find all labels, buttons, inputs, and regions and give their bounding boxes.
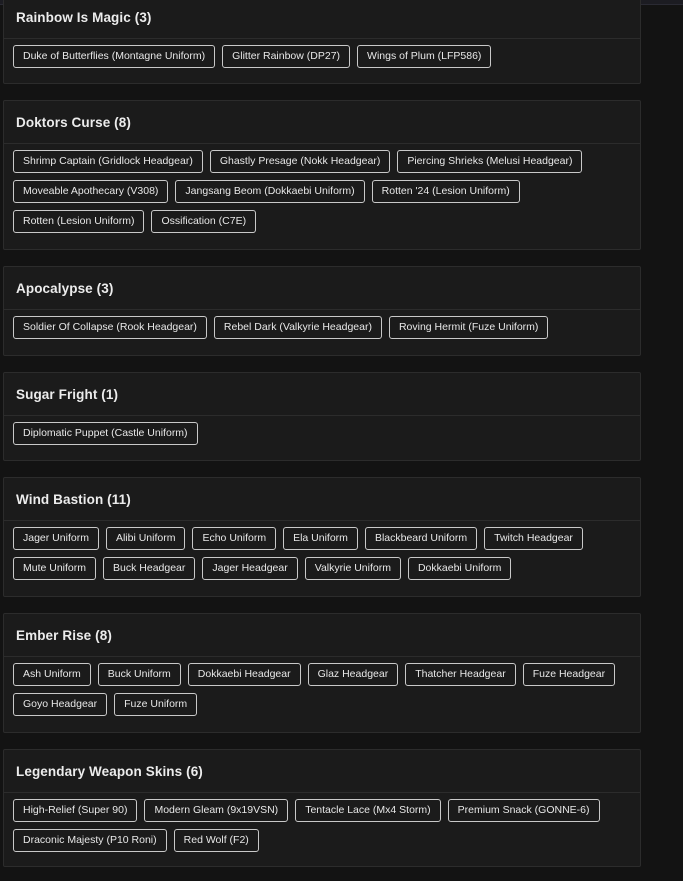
section-wind-bastion: Wind Bastion (11) Jager Uniform Alibi Un…	[3, 477, 641, 597]
item-chip[interactable]: Ossification (C7E)	[151, 210, 257, 233]
section-title: Doktors Curse (8)	[16, 114, 131, 130]
item-chip[interactable]: Dokkaebi Headgear	[187, 663, 301, 686]
section-header: Rainbow Is Magic (3)	[4, 0, 640, 39]
item-chip[interactable]: Wings of Plum (LFP586)	[357, 45, 492, 68]
section-doktors-curse: Doktors Curse (8) Shrimp Captain (Gridlo…	[3, 100, 641, 250]
item-chip[interactable]: Ash Uniform	[13, 663, 91, 686]
item-chip[interactable]: Fuze Uniform	[114, 693, 198, 716]
section-items: Diplomatic Puppet (Castle Uniform)	[4, 416, 640, 456]
section-title: Apocalypse (3)	[16, 280, 114, 296]
item-chip[interactable]: High-Relief (Super 90)	[13, 799, 138, 822]
item-chip[interactable]: Alibi Uniform	[105, 527, 186, 550]
section-title: Rainbow Is Magic (3)	[16, 9, 152, 25]
section-items: Jager Uniform Alibi Uniform Echo Uniform…	[4, 521, 640, 591]
section-header: Wind Bastion (11)	[4, 478, 640, 521]
item-chip[interactable]: Valkyrie Uniform	[304, 557, 401, 580]
section-title: Wind Bastion (11)	[16, 491, 131, 507]
item-chip[interactable]: Ela Uniform	[283, 527, 358, 550]
section-items: Soldier Of Collapse (Rook Headgear) Rebe…	[4, 310, 640, 350]
item-chip[interactable]: Twitch Headgear	[484, 527, 583, 550]
item-chip[interactable]: Buck Headgear	[103, 557, 196, 580]
section-legendary-weapon-skins: Legendary Weapon Skins (6) High-Relief (…	[3, 749, 641, 867]
section-header: Apocalypse (3)	[4, 267, 640, 310]
item-chip[interactable]: Mute Uniform	[13, 557, 97, 580]
section-header: Sugar Fright (1)	[4, 373, 640, 416]
section-title: Sugar Fright (1)	[16, 386, 119, 402]
item-chip[interactable]: Roving Hermit (Fuze Uniform)	[388, 316, 549, 339]
item-chip[interactable]: Rebel Dark (Valkyrie Headgear)	[213, 316, 382, 339]
item-chip[interactable]: Ghastly Presage (Nokk Headgear)	[209, 150, 391, 173]
item-chip[interactable]: Tentacle Lace (Mx4 Storm)	[295, 799, 441, 822]
item-chip[interactable]: Rotten '24 (Lesion Uniform)	[371, 180, 520, 203]
item-chip[interactable]: Glitter Rainbow (DP27)	[222, 45, 351, 68]
item-chip[interactable]: Dokkaebi Uniform	[407, 557, 512, 580]
item-chip[interactable]: Jangsang Beom (Dokkaebi Uniform)	[175, 180, 365, 203]
item-chip[interactable]: Fuze Headgear	[522, 663, 616, 686]
section-header: Doktors Curse (8)	[4, 101, 640, 144]
item-chip[interactable]: Moveable Apothecary (V308)	[13, 180, 169, 203]
item-chip[interactable]: Draconic Majesty (P10 Roni)	[13, 829, 167, 852]
section-header: Ember Rise (8)	[4, 614, 640, 657]
item-chip[interactable]: Premium Snack (GONNE-6)	[447, 799, 600, 822]
section-title: Ember Rise (8)	[16, 627, 112, 643]
section-items: High-Relief (Super 90) Modern Gleam (9x1…	[4, 793, 640, 863]
item-chip[interactable]: Rotten (Lesion Uniform)	[13, 210, 145, 233]
section-header: Legendary Weapon Skins (6)	[4, 750, 640, 793]
item-chip[interactable]: Modern Gleam (9x19VSN)	[144, 799, 289, 822]
section-rainbow-is-magic: Rainbow Is Magic (3) Duke of Butterflies…	[3, 0, 641, 84]
item-chip[interactable]: Shrimp Captain (Gridlock Headgear)	[13, 150, 203, 173]
section-sugar-fright: Sugar Fright (1) Diplomatic Puppet (Cast…	[3, 372, 641, 461]
item-chip[interactable]: Thatcher Headgear	[405, 663, 516, 686]
item-chip[interactable]: Soldier Of Collapse (Rook Headgear)	[13, 316, 207, 339]
section-title: Legendary Weapon Skins (6)	[16, 763, 203, 779]
item-chip[interactable]: Red Wolf (F2)	[173, 829, 259, 852]
item-chip[interactable]: Piercing Shrieks (Melusi Headgear)	[397, 150, 583, 173]
item-chip[interactable]: Jager Uniform	[13, 527, 99, 550]
item-chip[interactable]: Jager Headgear	[202, 557, 298, 580]
item-chip[interactable]: Duke of Butterflies (Montagne Uniform)	[13, 45, 216, 68]
section-ember-rise: Ember Rise (8) Ash Uniform Buck Uniform …	[3, 613, 641, 733]
section-items: Ash Uniform Buck Uniform Dokkaebi Headge…	[4, 657, 640, 727]
section-items: Shrimp Captain (Gridlock Headgear) Ghast…	[4, 144, 640, 244]
item-chip[interactable]: Glaz Headgear	[307, 663, 399, 686]
item-chip[interactable]: Diplomatic Puppet (Castle Uniform)	[13, 422, 198, 445]
item-chip[interactable]: Buck Uniform	[97, 663, 181, 686]
item-chip[interactable]: Blackbeard Uniform	[364, 527, 478, 550]
item-chip[interactable]: Goyo Headgear	[13, 693, 108, 716]
item-chip[interactable]: Echo Uniform	[192, 527, 277, 550]
section-items: Duke of Butterflies (Montagne Uniform) G…	[4, 39, 640, 79]
section-apocalypse: Apocalypse (3) Soldier Of Collapse (Rook…	[3, 266, 641, 356]
